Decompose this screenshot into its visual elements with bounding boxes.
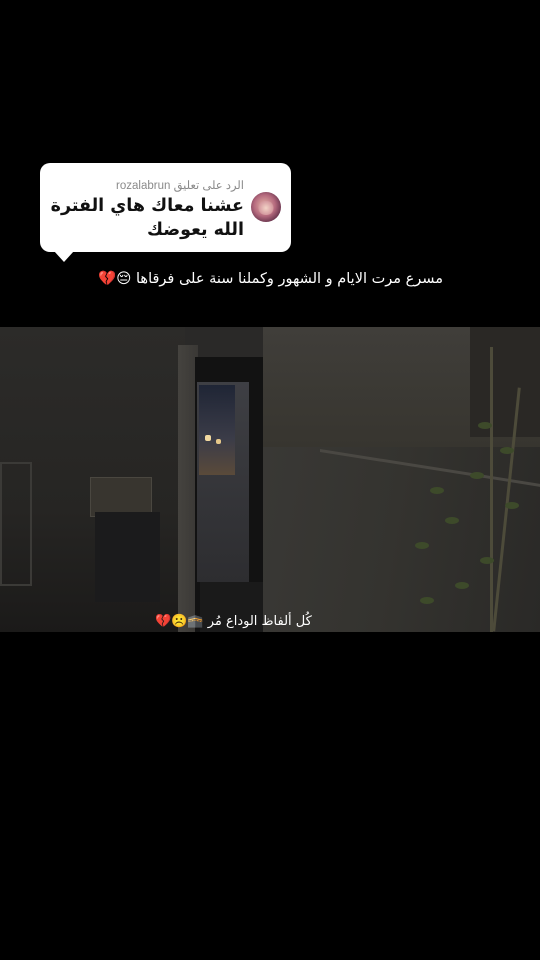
video-scene-leaf [505, 502, 519, 509]
video-scene-window [199, 385, 235, 475]
reply-comment-bubble[interactable]: الرد على تعليق rozalabrun عشنا معاك هاي … [40, 163, 291, 262]
video-player[interactable] [0, 327, 540, 632]
video-scene-leaf [500, 447, 514, 454]
video-scene-leaf [480, 557, 494, 564]
video-scene-leaf [478, 422, 492, 429]
video-scene-leaf [470, 472, 484, 479]
video-scene-plant [490, 347, 493, 632]
video-scene-light [205, 435, 211, 441]
video-scene-leaf [430, 487, 444, 494]
video-overlay-text: كُل ألفاظ الوداع مُر 🕋☹️💔 [155, 614, 312, 629]
reply-header: الرد على تعليق rozalabrun [116, 180, 244, 192]
video-scene-light [216, 439, 221, 444]
commenter-avatar[interactable] [251, 192, 281, 222]
video-scene-leaf [420, 597, 434, 604]
video-caption: مسرع مرت الايام و الشهور وكملنا سنة على … [98, 271, 443, 287]
video-scene-door-panel [470, 327, 540, 437]
video-scene-crate [90, 477, 152, 517]
video-scene-leaf [415, 542, 429, 549]
video-scene-leaf [455, 582, 469, 589]
replied-comment-text: عشنا معاك هاي الفترة الله يعوضك [50, 196, 244, 240]
video-scene-leaf [445, 517, 459, 524]
video-scene-frame [0, 462, 32, 586]
video-scene-box [95, 512, 160, 602]
